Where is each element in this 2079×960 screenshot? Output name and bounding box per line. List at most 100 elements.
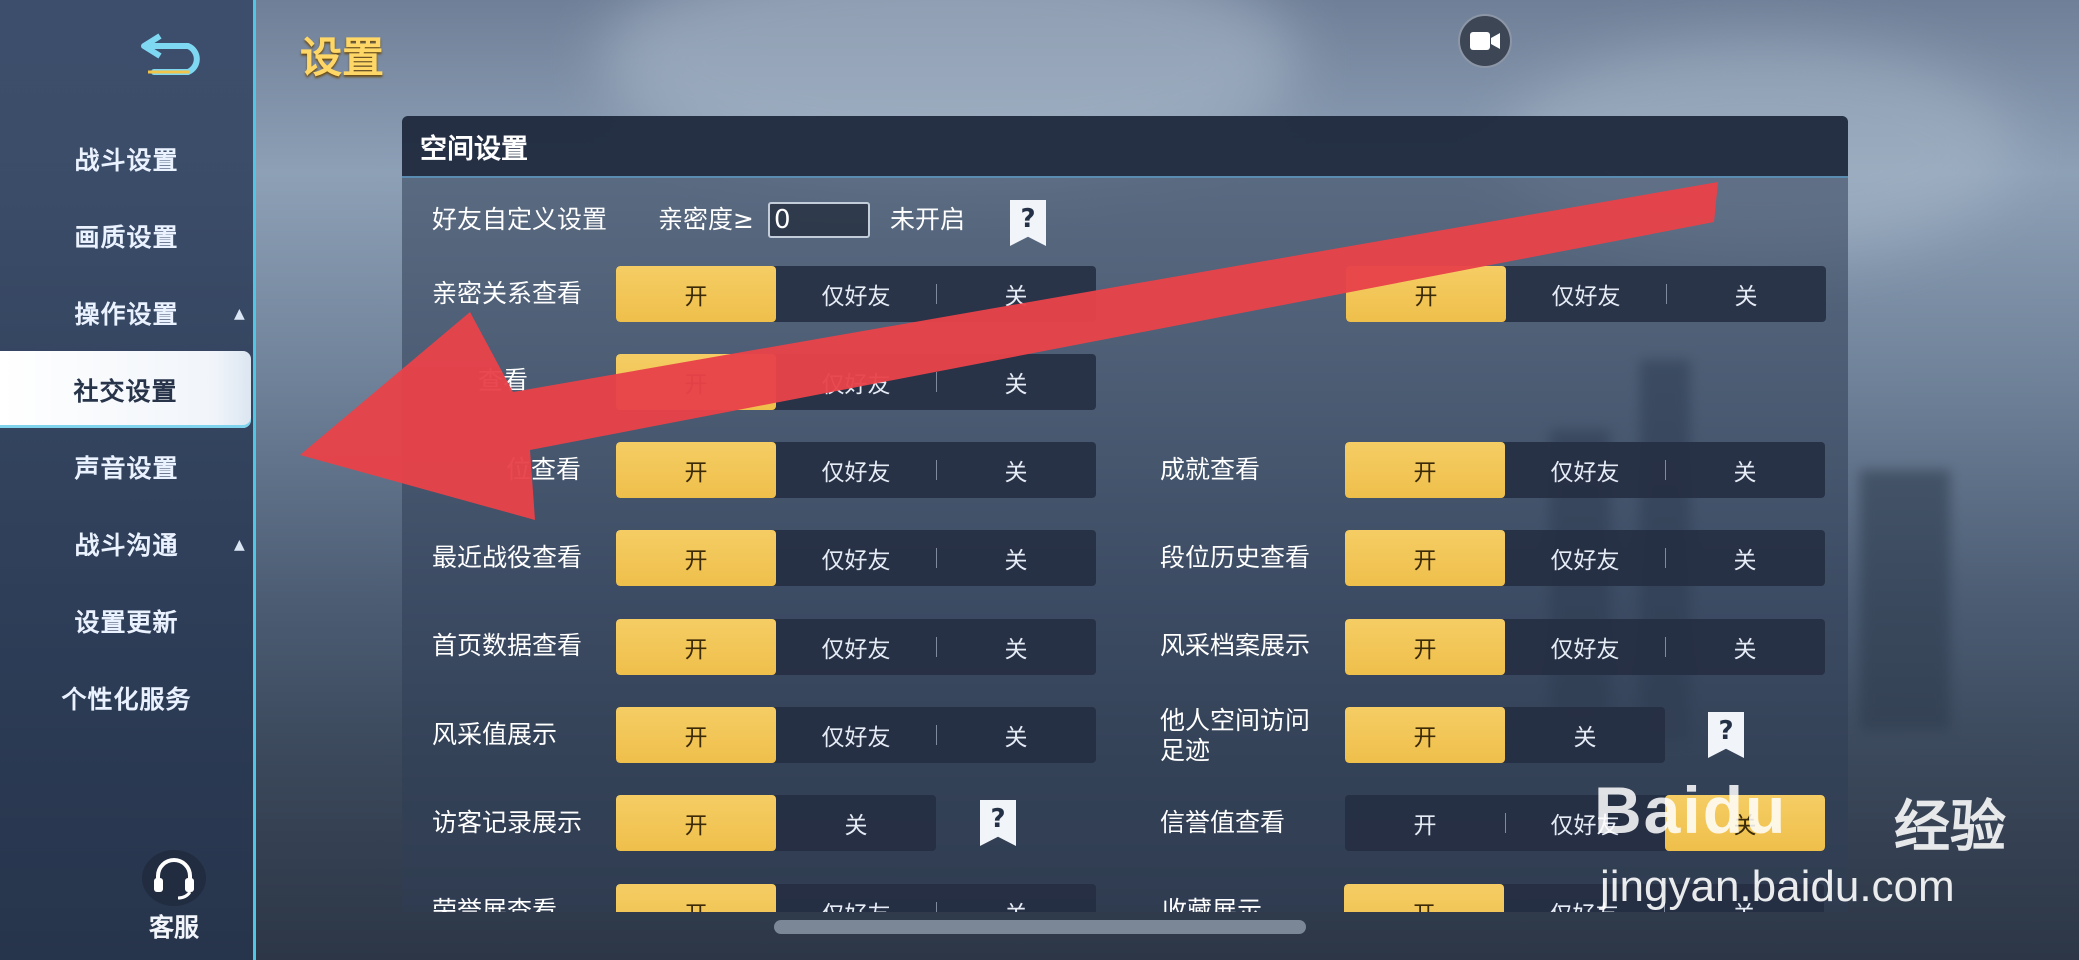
setting-label: 收藏展示	[1162, 896, 1263, 912]
option-on[interactable]: 开	[616, 707, 776, 763]
toggle-style-value: 开 仅好友 关	[616, 707, 1096, 763]
toggle-visit-footprint: 开 关	[1345, 707, 1665, 763]
setting-label: 风采值展示	[432, 720, 558, 749]
option-friends-only[interactable]: 仅好友	[776, 530, 936, 586]
setting-label: 成就查看	[1160, 455, 1261, 484]
caret-up-icon: ▲	[234, 306, 246, 322]
option-off[interactable]: 关	[1505, 707, 1665, 763]
option-on[interactable]: 开	[1346, 266, 1506, 322]
option-on[interactable]: 开	[1345, 619, 1505, 675]
horizontal-scrollbar[interactable]	[774, 920, 1306, 934]
option-friends-only[interactable]: 仅好友	[776, 266, 936, 322]
setting-label: 他人空间访问足迹	[1160, 706, 1311, 765]
toggle-home-data: 开 仅好友 关	[616, 619, 1096, 675]
option-off[interactable]: 关	[936, 354, 1096, 410]
settings-menu: 战斗设置 画质设置 操作设置 ▲ 社交设置 声音设置 战斗沟通 ▲ 设置更新 个性化…	[0, 120, 253, 736]
option-off[interactable]: 关	[936, 884, 1096, 912]
option-friends-only[interactable]: 仅好友	[776, 442, 936, 498]
sidebar-item-sound-settings[interactable]: 声音设置	[0, 428, 253, 505]
toggle-honor-view: 开 仅好友 关	[616, 884, 1096, 912]
option-on[interactable]: 开	[1345, 530, 1505, 586]
option-off[interactable]: 关	[776, 795, 936, 851]
option-off[interactable]: 关	[936, 619, 1096, 675]
option-on[interactable]: 开	[1345, 442, 1505, 498]
option-on[interactable]: 开	[616, 884, 776, 912]
toggle-setting-row2: 开 仅好友 关	[616, 354, 1096, 410]
watermark-cn: 经验	[1894, 795, 2006, 860]
caret-up-icon: ▲	[234, 537, 246, 553]
sidebar-item-label: 战斗设置	[74, 145, 179, 175]
option-off[interactable]: 关	[1665, 442, 1825, 498]
toggle-visitor-records: 开 关	[616, 795, 936, 851]
sidebar-item-social-settings[interactable]: 社交设置	[0, 351, 251, 428]
record-button[interactable]	[1458, 14, 1512, 68]
headset-icon	[142, 850, 206, 906]
option-on[interactable]: 开	[1344, 884, 1504, 912]
option-friends-only[interactable]: 仅好友	[776, 354, 936, 410]
option-off[interactable]: 关	[1666, 266, 1826, 322]
friend-custom-label: 好友自定义设置	[432, 205, 608, 234]
customer-service-label: 客服	[148, 913, 199, 942]
sidebar-item-battle-settings[interactable]: 战斗设置	[0, 120, 253, 197]
sidebar-item-label: 社交设置	[73, 376, 178, 406]
option-on[interactable]: 开	[616, 795, 776, 851]
setting-label: 首页数据查看	[432, 631, 583, 660]
sidebar-item-settings-update[interactable]: 设置更新	[0, 582, 253, 659]
sidebar-item-graphics-settings[interactable]: 画质设置	[0, 197, 253, 274]
option-on[interactable]: 开	[616, 266, 776, 322]
sidebar-item-control-settings[interactable]: 操作设置 ▲	[0, 274, 253, 351]
watermark-brand: Baidu	[1594, 773, 1788, 847]
option-friends-only[interactable]: 仅好友	[1505, 619, 1665, 675]
setting-label: 查看	[478, 366, 529, 395]
back-button[interactable]	[138, 26, 212, 78]
setting-label: 荣誉展查看	[432, 896, 558, 912]
toggle-recent-battles: 开 仅好友 关	[616, 530, 1096, 586]
option-friends-only[interactable]: 仅好友	[1506, 266, 1666, 322]
toggle-rank-history: 开 仅好友 关	[1345, 530, 1825, 586]
back-arrow-icon	[141, 33, 200, 75]
option-on[interactable]: 开	[616, 619, 776, 675]
sidebar-item-label: 设置更新	[74, 607, 179, 637]
option-on[interactable]: 开	[1345, 707, 1505, 763]
watermark-url: jingyan.baidu.com	[1600, 862, 1955, 911]
toggle-setting-right-row0: 开 仅好友 关	[1346, 266, 1826, 322]
intimacy-label: 亲密度≥	[658, 205, 754, 234]
option-friends-only[interactable]: 仅好友	[776, 884, 936, 912]
option-off[interactable]: 关	[936, 442, 1096, 498]
option-off[interactable]: 关	[1665, 619, 1825, 675]
bg-skyline	[1860, 470, 1950, 730]
option-off[interactable]: 关	[936, 707, 1096, 763]
setting-label: 最近战役查看	[432, 543, 583, 572]
page-title: 设置	[300, 33, 385, 82]
option-on[interactable]: 开	[1345, 795, 1505, 851]
panel-title: 空间设置	[402, 116, 1848, 178]
option-friends-only[interactable]: 仅好友	[776, 707, 936, 763]
option-friends-only[interactable]: 仅好友	[1505, 530, 1665, 586]
toggle-setting-row3: 开 仅好友 关	[616, 442, 1096, 498]
sidebar-item-label: 声音设置	[74, 453, 179, 483]
setting-label: 段位历史查看	[1160, 543, 1311, 572]
baidu-watermark: Baidu 经验 jingyan.baidu.com	[1594, 760, 2034, 920]
sidebar-item-battle-communication[interactable]: 战斗沟通 ▲	[0, 505, 253, 582]
option-off[interactable]: 关	[936, 530, 1096, 586]
option-off[interactable]: 关	[936, 266, 1096, 322]
option-on[interactable]: 开	[616, 354, 776, 410]
setting-label: 亲密关系查看	[432, 279, 583, 308]
video-camera-icon	[1470, 32, 1500, 50]
setting-label: 位查看	[506, 455, 582, 484]
sidebar-item-personalized-service[interactable]: 个性化服务	[0, 659, 253, 736]
sidebar: 战斗设置 画质设置 操作设置 ▲ 社交设置 声音设置 战斗沟通 ▲ 设置更新 个性化…	[0, 0, 256, 960]
setting-label: 访客记录展示	[432, 808, 583, 837]
toggle-style-profile: 开 仅好友 关	[1345, 619, 1825, 675]
option-on[interactable]: 开	[616, 442, 776, 498]
sidebar-item-label: 操作设置	[74, 299, 179, 329]
option-on[interactable]: 开	[616, 530, 776, 586]
setting-label: 信誉值查看	[1160, 808, 1286, 837]
sidebar-item-label: 画质设置	[74, 222, 179, 252]
option-friends-only[interactable]: 仅好友	[1505, 442, 1665, 498]
friend-custom-status: 未开启	[890, 205, 966, 234]
customer-service-button[interactable]: 客服	[138, 850, 210, 944]
intimacy-input[interactable]: 0	[768, 202, 870, 238]
option-off[interactable]: 关	[1665, 530, 1825, 586]
option-friends-only[interactable]: 仅好友	[776, 619, 936, 675]
